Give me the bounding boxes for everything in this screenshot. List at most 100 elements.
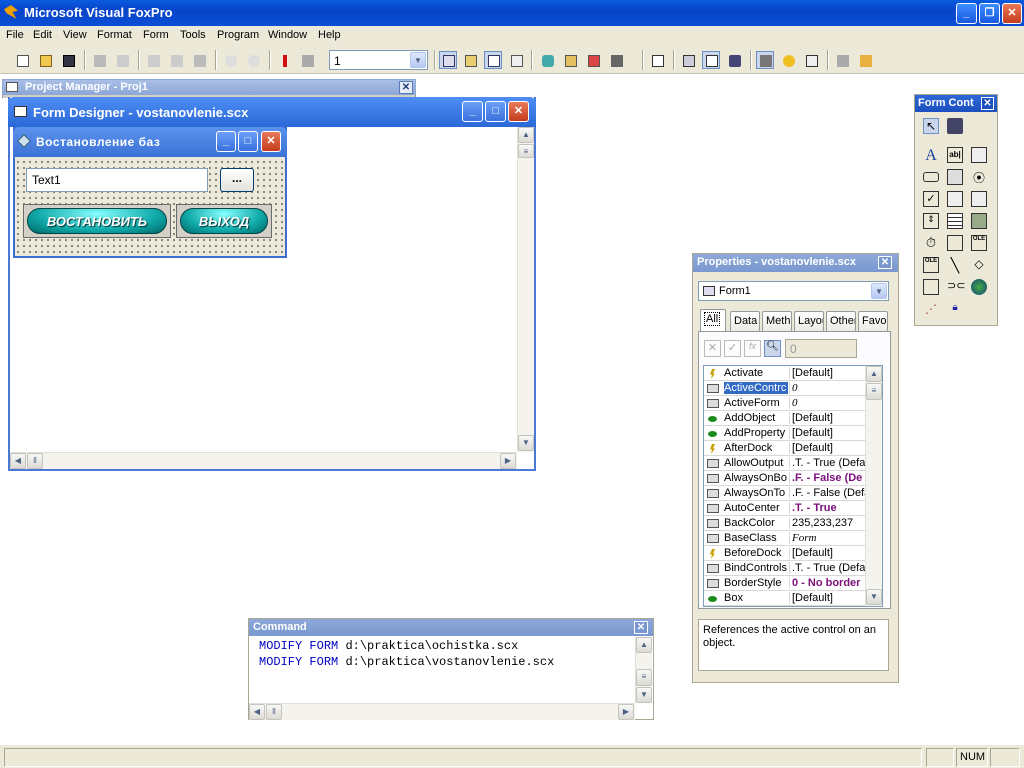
scroll-thumb[interactable]: ≡ — [636, 669, 652, 686]
minimize-button[interactable]: _ — [216, 131, 236, 152]
print-preview-icon[interactable] — [113, 51, 131, 69]
hyperlink-icon[interactable] — [971, 279, 987, 295]
close-icon[interactable]: ✕ — [399, 81, 413, 94]
form-designer-icon[interactable] — [439, 51, 457, 69]
horizontal-scrollbar[interactable]: ◀ ⦀ ▶ — [10, 452, 517, 469]
chevron-down-icon[interactable]: ▼ — [410, 52, 426, 68]
spinner-icon[interactable]: ⇕ — [923, 213, 939, 229]
property-row[interactable]: AlwaysOnTo .F. - False (Defa — [704, 486, 866, 501]
menu-program[interactable]: Program — [217, 29, 259, 41]
property-value[interactable]: [Default] — [789, 547, 866, 559]
menu-help[interactable]: Help — [318, 29, 341, 41]
property-value[interactable]: .T. - True (Defau — [789, 562, 866, 574]
scroll-down-icon[interactable]: ▼ — [518, 435, 534, 451]
accept-icon[interactable]: ✓ — [724, 340, 741, 357]
command-button-icon[interactable] — [923, 172, 939, 182]
property-value[interactable]: 0 — [789, 397, 866, 409]
function-icon[interactable]: fx — [744, 340, 761, 357]
scroll-right-icon[interactable]: ▶ — [618, 704, 634, 720]
separator-icon[interactable]: ⊃⊂ — [947, 279, 965, 295]
ole-container-icon[interactable]: OLE — [971, 235, 987, 251]
property-row[interactable]: BindControls .T. - True (Defau — [704, 561, 866, 576]
property-row[interactable]: Box [Default] — [704, 591, 866, 606]
scroll-thumb[interactable]: ≡ — [518, 144, 534, 158]
property-value[interactable]: [Default] — [789, 592, 866, 604]
property-row[interactable]: BeforeDock [Default] — [704, 546, 866, 561]
property-row[interactable]: BaseClass Form — [704, 531, 866, 546]
tab-order-icon[interactable] — [725, 51, 743, 69]
property-value[interactable]: .F. - False (De — [789, 472, 866, 484]
property-value[interactable]: [Default] — [789, 412, 866, 424]
object-selector[interactable]: Form1 ▼ — [698, 281, 889, 301]
vertical-scrollbar[interactable]: ▲ ≡ ▼ — [517, 127, 534, 452]
project-manager-title-bar[interactable]: Project Manager - Proj1 ✕ — [2, 79, 416, 95]
property-value[interactable]: .T. - True (Defau — [789, 457, 866, 469]
line-icon[interactable]: ╲ — [947, 257, 963, 273]
scroll-up-icon[interactable]: ▲ — [518, 127, 534, 143]
editbox-icon[interactable] — [971, 147, 987, 163]
exit-button[interactable]: ВЫХОД — [176, 204, 272, 238]
menu-tools[interactable]: Tools — [180, 29, 206, 41]
project-icon[interactable] — [538, 51, 556, 69]
scroll-left-icon[interactable]: ◀ — [10, 453, 26, 469]
property-row[interactable]: AddObject [Default] — [704, 411, 866, 426]
layout-icon[interactable] — [679, 51, 697, 69]
checkbox-icon[interactable]: ✓ — [923, 191, 939, 207]
property-value[interactable]: 0 - No border — [789, 577, 866, 589]
property-value-field[interactable]: 0 — [785, 339, 857, 358]
properties-icon[interactable] — [702, 51, 720, 69]
property-row[interactable]: BackColor 235,233,237 — [704, 516, 866, 531]
toolbox-icon[interactable] — [607, 51, 625, 69]
run-icon[interactable] — [275, 51, 293, 69]
listbox-icon[interactable] — [971, 191, 987, 207]
new-file-icon[interactable] — [13, 51, 31, 69]
property-row[interactable]: ActiveForm 0 — [704, 396, 866, 411]
property-row[interactable]: AlwaysOnBo .F. - False (De — [704, 471, 866, 486]
property-value[interactable]: Form — [789, 532, 866, 544]
tab-layout[interactable]: Layou — [794, 311, 824, 331]
timer-icon[interactable]: ⏱ — [923, 235, 939, 251]
close-button[interactable]: ✕ — [1002, 3, 1022, 24]
restore-button[interactable]: ВОСТАНОВИТЬ — [23, 204, 171, 238]
property-list[interactable]: Activate [Default] ActiveContrc 0 ActiveForm… — [703, 365, 883, 607]
property-row[interactable]: AddProperty [Default] — [704, 426, 866, 441]
print-icon[interactable] — [90, 51, 108, 69]
designed-form-title-bar[interactable]: Востановление баз _ □ ✕ — [13, 127, 287, 157]
minimize-button[interactable]: _ — [956, 3, 977, 24]
text1-textbox[interactable]: Text1 — [26, 168, 208, 192]
command-group-icon[interactable] — [947, 169, 963, 185]
scroll-thumb[interactable]: ⦀ — [27, 453, 43, 469]
zoom-icon[interactable]: 🔍︎ — [764, 340, 781, 357]
toolbar-combo[interactable]: 1 ▼ — [329, 50, 428, 70]
select-objects-icon[interactable]: ↖ — [923, 118, 939, 134]
redo-icon[interactable] — [244, 51, 262, 69]
undo-icon[interactable] — [221, 51, 239, 69]
command-line[interactable]: MODIFY FORM d:\praktica\vostanovlenie.sc… — [259, 655, 554, 669]
layout-toolbar-icon[interactable] — [802, 51, 820, 69]
menu-window[interactable]: Window — [268, 29, 307, 41]
property-row[interactable]: AllowOutput .T. - True (Defau — [704, 456, 866, 471]
property-list-scrollbar[interactable]: ▲ ≡ ▼ — [865, 366, 882, 606]
property-value[interactable]: [Default] — [789, 427, 866, 439]
scroll-thumb[interactable]: ⦀ — [266, 704, 282, 720]
textbox-icon[interactable]: ab| — [947, 147, 963, 163]
lock-icon[interactable]: 🔒︎ — [947, 302, 963, 318]
cancel-icon[interactable]: ✕ — [704, 340, 721, 357]
scroll-up-icon[interactable]: ▲ — [636, 637, 652, 653]
color-palette-icon[interactable] — [779, 51, 797, 69]
property-row[interactable]: AfterDock [Default] — [704, 441, 866, 456]
restore-button[interactable]: ❐ — [979, 3, 1000, 24]
code-window-icon[interactable] — [461, 51, 479, 69]
menu-format[interactable]: Format — [97, 29, 132, 41]
horizontal-scrollbar[interactable]: ◀ ⦀ ▶ — [249, 703, 635, 720]
grid-icon[interactable] — [947, 213, 963, 229]
scroll-up-icon[interactable]: ▲ — [866, 366, 882, 382]
paste-icon[interactable] — [190, 51, 208, 69]
wizard-icon[interactable] — [833, 51, 851, 69]
save-icon[interactable] — [59, 51, 77, 69]
property-row[interactable]: ActiveContrc 0 — [704, 381, 866, 396]
form-wizard-icon[interactable] — [561, 51, 579, 69]
tab-data[interactable]: Data — [730, 311, 760, 331]
form-designer-title-bar[interactable]: Form Designer - vostanovlenie.scx _ □ ✕ — [8, 97, 536, 127]
scroll-thumb[interactable]: ≡ — [866, 383, 882, 400]
